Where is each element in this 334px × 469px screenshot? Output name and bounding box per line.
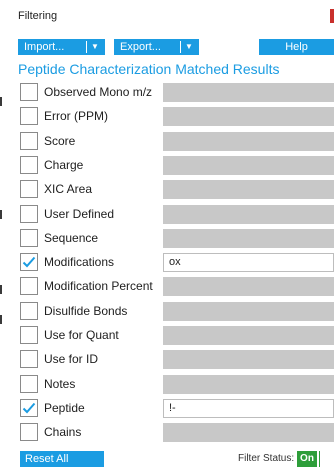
window-title: Filtering <box>18 10 58 22</box>
filter-value-input[interactable] <box>163 423 334 442</box>
filter-label: Notes <box>44 377 76 391</box>
import-separator <box>86 41 87 53</box>
checkmark-icon <box>22 256 36 268</box>
edge-tick <box>0 97 2 106</box>
filter-status-badge[interactable]: On <box>297 451 317 467</box>
filter-checkbox[interactable] <box>20 375 38 393</box>
filter-label: Disulfide Bonds <box>44 304 128 318</box>
filter-checkbox[interactable] <box>20 326 38 344</box>
filter-value-input[interactable] <box>163 83 334 102</box>
filter-label: Peptide <box>44 401 85 415</box>
filter-label: Score <box>44 134 76 148</box>
filter-row: Use for ID <box>20 350 334 370</box>
filter-row: Modification Percent <box>20 277 334 297</box>
filter-value-input[interactable] <box>163 205 334 224</box>
filter-checkbox[interactable] <box>20 205 38 223</box>
filter-value-input[interactable] <box>163 277 334 296</box>
export-button-label: Export... <box>120 41 161 53</box>
filter-value-input[interactable] <box>163 132 334 151</box>
filter-label: Modification Percent <box>44 279 153 293</box>
filter-label: Charge <box>44 158 84 172</box>
filter-row: Observed Mono m/z <box>20 83 334 103</box>
filter-row: Use for Quant <box>20 326 334 346</box>
filter-checkbox[interactable] <box>20 399 38 417</box>
filter-label: Modifications <box>44 255 115 269</box>
filter-checkbox[interactable] <box>20 107 38 125</box>
filter-label: User Defined <box>44 207 115 221</box>
filter-row: Sequence <box>20 229 334 249</box>
filter-row: Disulfide Bonds <box>20 302 334 322</box>
filter-checkbox[interactable] <box>20 277 38 295</box>
filter-checkbox[interactable] <box>20 83 38 101</box>
filter-value-input[interactable] <box>163 229 334 248</box>
filter-value-input[interactable] <box>163 326 334 345</box>
chevron-down-icon[interactable]: ▼ <box>91 39 99 55</box>
edge-tick <box>0 285 2 294</box>
filter-checkbox[interactable] <box>20 156 38 174</box>
filter-row: Charge <box>20 156 334 176</box>
filter-checkbox[interactable] <box>20 302 38 320</box>
filter-row: Score <box>20 132 334 152</box>
filter-label: Chains <box>44 425 82 439</box>
filter-label: Observed Mono m/z <box>44 85 153 99</box>
filter-value-input[interactable] <box>163 156 334 175</box>
checkmark-icon <box>22 402 36 414</box>
filter-checkbox[interactable] <box>20 253 38 271</box>
filter-checkbox[interactable] <box>20 180 38 198</box>
filter-label: Use for ID <box>44 352 99 366</box>
reset-all-button[interactable]: Reset All <box>20 451 104 467</box>
filter-value-input[interactable]: ox <box>163 253 334 272</box>
export-button[interactable]: Export... ▼ <box>114 39 199 55</box>
filter-checkbox[interactable] <box>20 229 38 247</box>
filter-label: Use for Quant <box>44 328 119 342</box>
import-button[interactable]: Import... ▼ <box>18 39 105 55</box>
filter-row: User Defined <box>20 205 334 225</box>
filter-label: Sequence <box>44 231 99 245</box>
filter-row: Notes <box>20 375 334 395</box>
filter-checkbox[interactable] <box>20 423 38 441</box>
filter-value-input[interactable]: !- <box>163 399 334 418</box>
filter-row: Peptide !- <box>20 399 334 419</box>
filter-value-input[interactable] <box>163 375 334 394</box>
filter-value-input[interactable] <box>163 350 334 369</box>
export-separator <box>180 41 181 53</box>
help-button[interactable]: Help <box>259 39 334 55</box>
filter-label: Error (PPM) <box>44 109 108 123</box>
import-button-label: Import... <box>24 41 65 53</box>
filter-label: XIC Area <box>44 182 93 196</box>
edge-tick <box>0 210 2 219</box>
filter-row: Error (PPM) <box>20 107 334 127</box>
chevron-down-icon[interactable]: ▼ <box>185 39 193 55</box>
filter-row: Chains <box>20 423 334 443</box>
section-heading: Peptide Characterization Matched Results <box>18 61 280 77</box>
filter-checkbox[interactable] <box>20 132 38 150</box>
filter-value-input[interactable] <box>163 107 334 126</box>
close-icon[interactable] <box>330 9 334 23</box>
edge-tick <box>0 315 2 324</box>
left-edge-strip <box>0 0 13 469</box>
filter-value-input[interactable] <box>163 302 334 321</box>
filter-status-label: Filter Status: <box>238 453 295 464</box>
filter-value-input[interactable] <box>163 180 334 199</box>
filter-row: XIC Area <box>20 180 334 200</box>
filter-row: Modifications ox <box>20 253 334 273</box>
filter-checkbox[interactable] <box>20 350 38 368</box>
filter-status-toggle-track[interactable] <box>319 451 334 467</box>
